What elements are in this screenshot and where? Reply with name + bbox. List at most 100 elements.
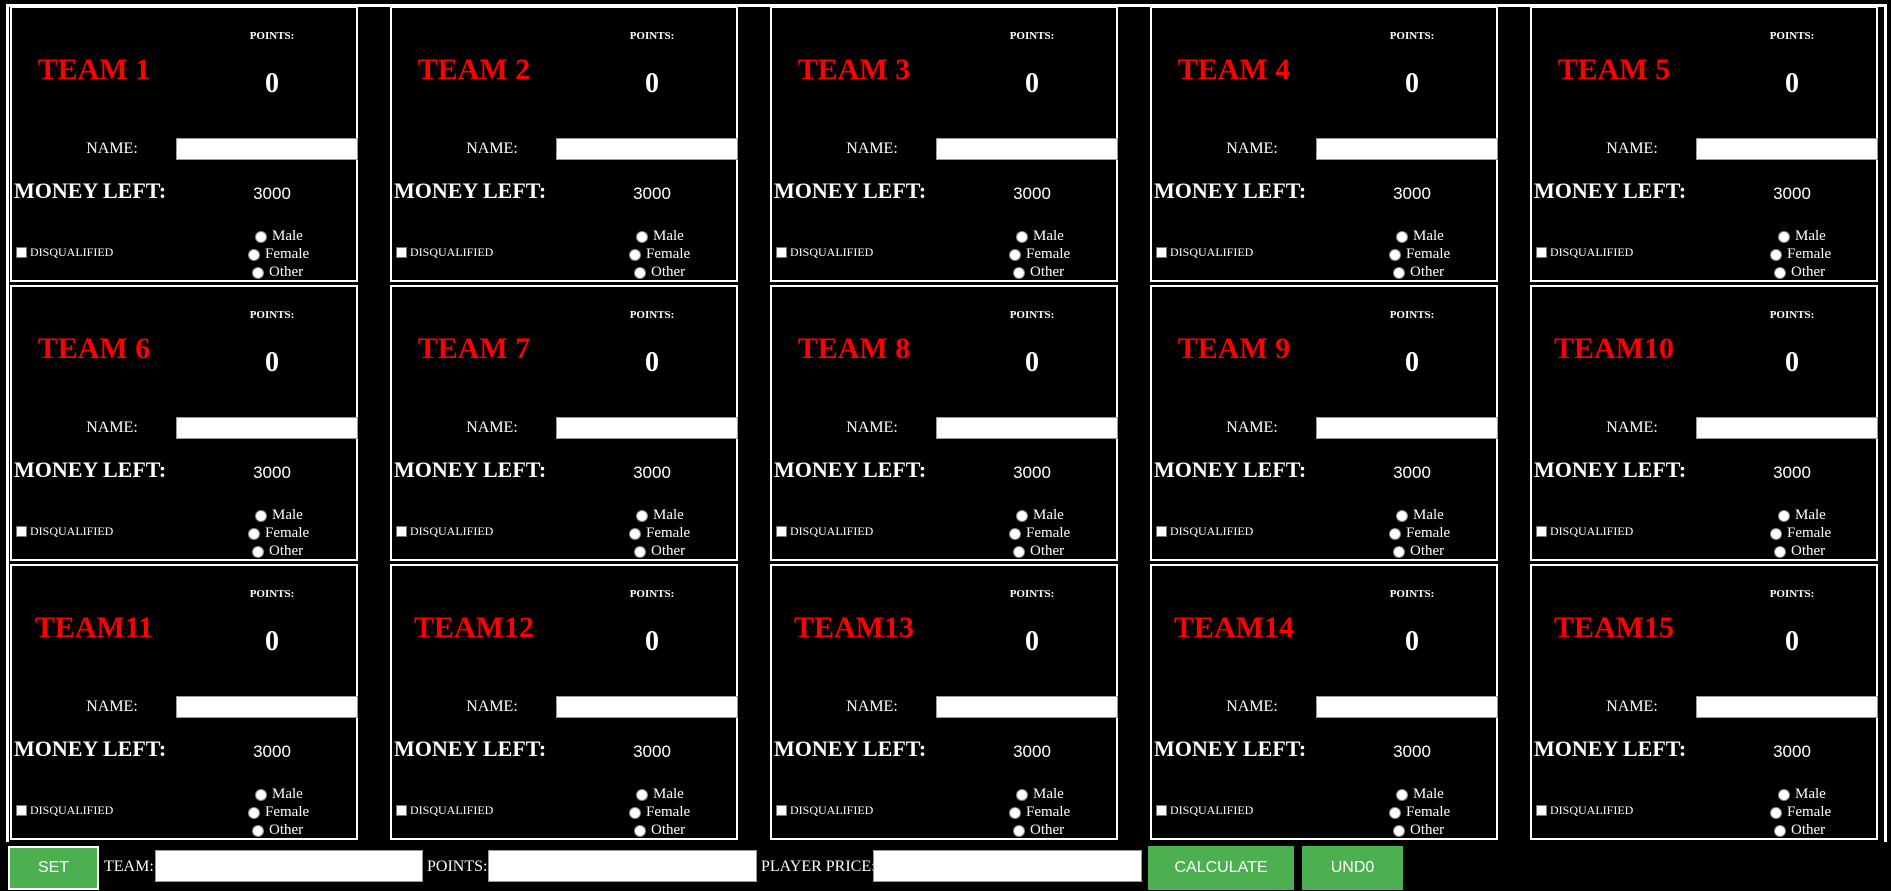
checkbox-box[interactable] — [396, 805, 407, 816]
player-name-input[interactable] — [1696, 417, 1878, 439]
radio-button[interactable] — [252, 266, 264, 279]
player-price-input[interactable] — [873, 850, 1142, 882]
radio-button[interactable] — [1393, 824, 1405, 837]
player-name-input[interactable] — [1696, 138, 1878, 160]
radio-button[interactable] — [1396, 509, 1408, 522]
radio-button[interactable] — [1013, 266, 1025, 279]
set-button[interactable]: SET — [7, 845, 100, 891]
checkbox-box[interactable] — [396, 247, 407, 258]
disqualified-checkbox[interactable]: DISQUALIFIED — [396, 245, 493, 260]
radio-button[interactable] — [1009, 806, 1021, 819]
radio-button[interactable] — [255, 230, 267, 243]
radio-button[interactable] — [634, 266, 646, 279]
radio-button[interactable] — [255, 509, 267, 522]
radio-button[interactable] — [629, 527, 641, 540]
radio-button[interactable] — [1013, 545, 1025, 558]
gender-radio-other[interactable]: Other — [252, 264, 303, 281]
team-input[interactable] — [155, 850, 423, 882]
player-name-input[interactable] — [176, 417, 358, 439]
radio-button[interactable] — [1009, 527, 1021, 540]
gender-radio-female[interactable]: Female — [1770, 246, 1831, 263]
disqualified-checkbox[interactable]: DISQUALIFIED — [16, 245, 113, 260]
gender-radio-other[interactable]: Other — [1774, 822, 1825, 839]
player-name-input[interactable] — [556, 417, 738, 439]
disqualified-checkbox[interactable]: DISQUALIFIED — [1536, 245, 1633, 260]
gender-radio-male[interactable]: Male — [1778, 228, 1826, 245]
radio-button[interactable] — [1770, 248, 1782, 261]
gender-radio-male[interactable]: Male — [255, 786, 303, 803]
gender-radio-female[interactable]: Female — [629, 804, 690, 821]
gender-radio-other[interactable]: Other — [1774, 264, 1825, 281]
checkbox-box[interactable] — [1536, 247, 1547, 258]
radio-button[interactable] — [1393, 266, 1405, 279]
disqualified-checkbox[interactable]: DISQUALIFIED — [16, 803, 113, 818]
radio-button[interactable] — [1774, 824, 1786, 837]
disqualified-checkbox[interactable]: DISQUALIFIED — [1536, 524, 1633, 539]
radio-button[interactable] — [1393, 545, 1405, 558]
gender-radio-other[interactable]: Other — [252, 822, 303, 839]
radio-button[interactable] — [1778, 230, 1790, 243]
radio-button[interactable] — [636, 509, 648, 522]
radio-button[interactable] — [1016, 509, 1028, 522]
points-input[interactable] — [488, 850, 757, 882]
gender-radio-female[interactable]: Female — [248, 246, 309, 263]
radio-button[interactable] — [1770, 806, 1782, 819]
radio-button[interactable] — [1396, 230, 1408, 243]
checkbox-box[interactable] — [1536, 526, 1547, 537]
radio-button[interactable] — [634, 824, 646, 837]
checkbox-box[interactable] — [16, 526, 27, 537]
player-name-input[interactable] — [556, 696, 738, 718]
player-name-input[interactable] — [176, 696, 358, 718]
gender-radio-male[interactable]: Male — [1016, 507, 1064, 524]
gender-radio-female[interactable]: Female — [1389, 525, 1450, 542]
gender-radio-other[interactable]: Other — [634, 264, 685, 281]
gender-radio-other[interactable]: Other — [1393, 264, 1444, 281]
radio-button[interactable] — [248, 527, 260, 540]
gender-radio-female[interactable]: Female — [1009, 525, 1070, 542]
disqualified-checkbox[interactable]: DISQUALIFIED — [1156, 803, 1253, 818]
radio-button[interactable] — [636, 230, 648, 243]
gender-radio-male[interactable]: Male — [1396, 507, 1444, 524]
gender-radio-male[interactable]: Male — [1396, 786, 1444, 803]
disqualified-checkbox[interactable]: DISQUALIFIED — [1156, 524, 1253, 539]
disqualified-checkbox[interactable]: DISQUALIFIED — [1536, 803, 1633, 818]
checkbox-box[interactable] — [1536, 805, 1547, 816]
gender-radio-female[interactable]: Female — [248, 525, 309, 542]
radio-button[interactable] — [1778, 509, 1790, 522]
gender-radio-female[interactable]: Female — [1009, 804, 1070, 821]
disqualified-checkbox[interactable]: DISQUALIFIED — [16, 524, 113, 539]
gender-radio-other[interactable]: Other — [1774, 543, 1825, 560]
radio-button[interactable] — [252, 824, 264, 837]
radio-button[interactable] — [636, 788, 648, 801]
gender-radio-female[interactable]: Female — [1770, 525, 1831, 542]
player-name-input[interactable] — [556, 138, 738, 160]
radio-button[interactable] — [629, 248, 641, 261]
gender-radio-other[interactable]: Other — [1013, 543, 1064, 560]
gender-radio-male[interactable]: Male — [1016, 228, 1064, 245]
player-name-input[interactable] — [1316, 696, 1498, 718]
checkbox-box[interactable] — [16, 805, 27, 816]
radio-button[interactable] — [1778, 788, 1790, 801]
radio-button[interactable] — [1774, 266, 1786, 279]
gender-radio-other[interactable]: Other — [252, 543, 303, 560]
gender-radio-other[interactable]: Other — [1013, 264, 1064, 281]
disqualified-checkbox[interactable]: DISQUALIFIED — [1156, 245, 1253, 260]
gender-radio-other[interactable]: Other — [1013, 822, 1064, 839]
radio-button[interactable] — [629, 806, 641, 819]
checkbox-box[interactable] — [396, 526, 407, 537]
gender-radio-female[interactable]: Female — [1389, 804, 1450, 821]
radio-button[interactable] — [255, 788, 267, 801]
radio-button[interactable] — [1016, 230, 1028, 243]
radio-button[interactable] — [1774, 545, 1786, 558]
radio-button[interactable] — [248, 248, 260, 261]
disqualified-checkbox[interactable]: DISQUALIFIED — [776, 524, 873, 539]
gender-radio-female[interactable]: Female — [1389, 246, 1450, 263]
radio-button[interactable] — [634, 545, 646, 558]
gender-radio-other[interactable]: Other — [1393, 543, 1444, 560]
gender-radio-other[interactable]: Other — [634, 822, 685, 839]
gender-radio-male[interactable]: Male — [636, 228, 684, 245]
checkbox-box[interactable] — [16, 247, 27, 258]
checkbox-box[interactable] — [1156, 805, 1167, 816]
player-name-input[interactable] — [1316, 417, 1498, 439]
disqualified-checkbox[interactable]: DISQUALIFIED — [396, 803, 493, 818]
